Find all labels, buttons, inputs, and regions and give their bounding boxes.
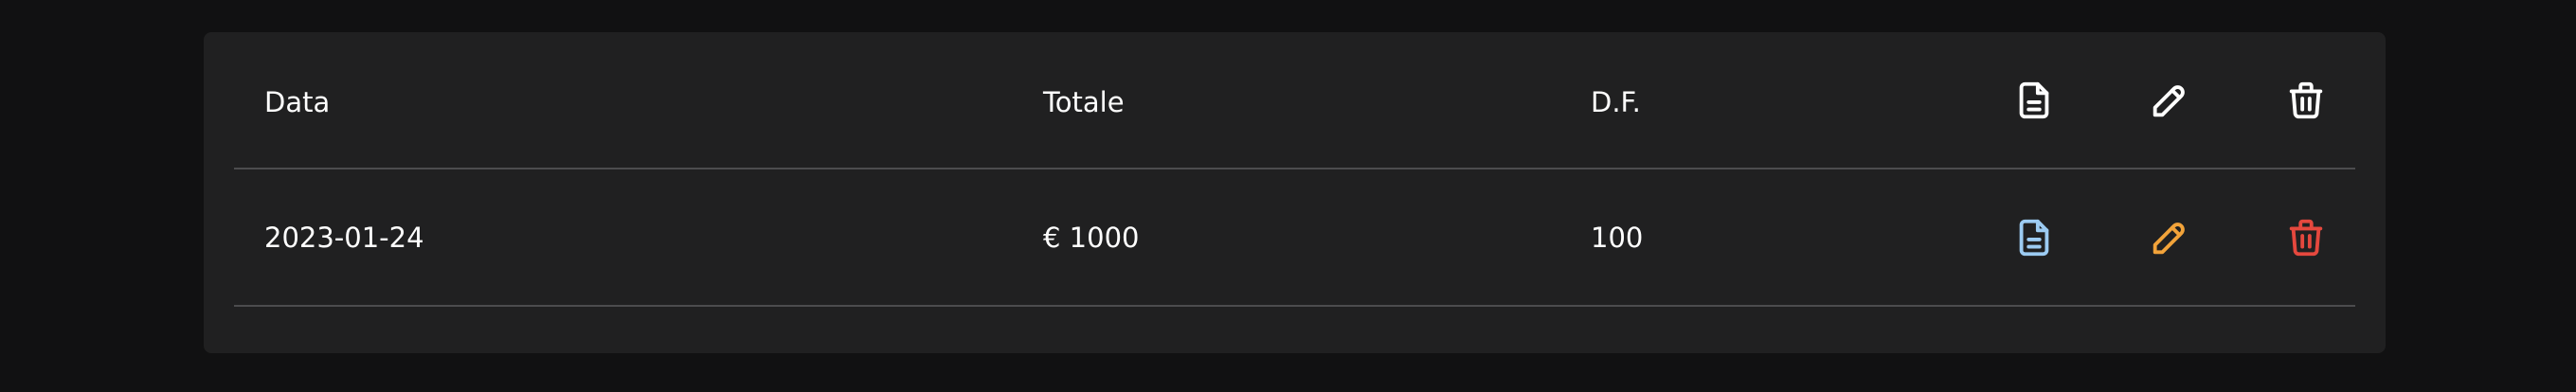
pencil-icon: [2141, 32, 2198, 168]
table-header-row: Data Totale D.F.: [234, 32, 2355, 169]
document-icon: [2006, 32, 2063, 168]
delete-button[interactable]: [2278, 169, 2334, 305]
cell-data: 2023-01-24: [264, 221, 424, 254]
delete-trash-icon: [2289, 219, 2323, 256]
cell-totale: € 1000: [1043, 221, 1140, 254]
edit-pencil-icon: [2153, 222, 2185, 254]
view-document-button[interactable]: [2006, 169, 2063, 305]
cell-df: 100: [1591, 221, 1644, 254]
table-card: Data Totale D.F. 2023-01-24 € 1000 100: [204, 32, 2386, 353]
column-header-totale: Totale: [1043, 85, 1125, 118]
trash-icon: [2278, 32, 2334, 168]
edit-button[interactable]: [2141, 169, 2198, 305]
column-header-data: Data: [264, 85, 331, 118]
view-document-icon: [2019, 219, 2049, 256]
column-header-df: D.F.: [1591, 85, 1641, 118]
table-row: 2023-01-24 € 1000 100: [234, 169, 2355, 307]
